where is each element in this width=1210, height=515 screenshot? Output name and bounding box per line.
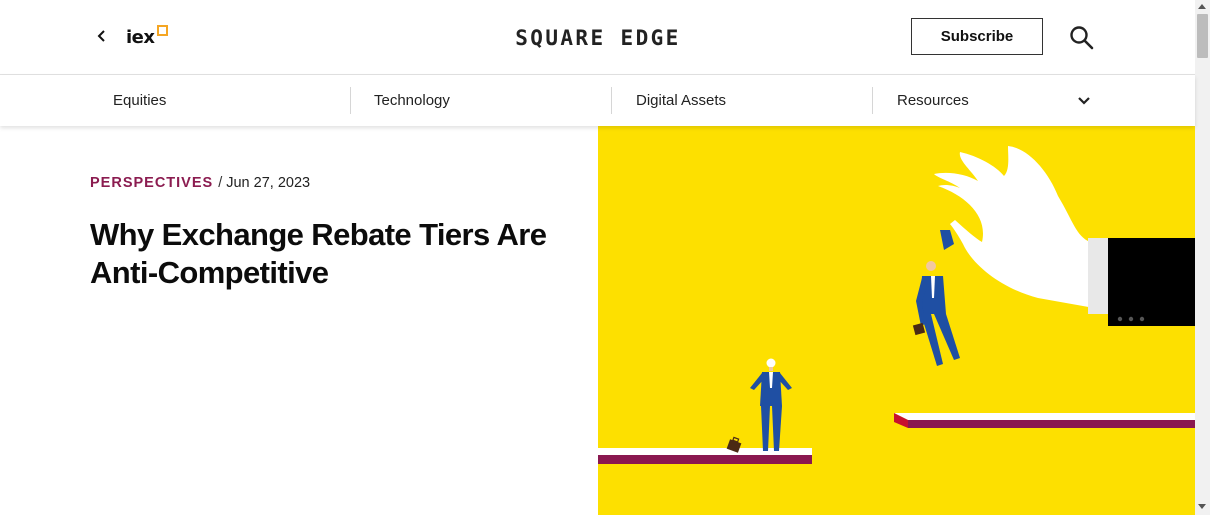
publish-date: Jun 27, 2023 xyxy=(226,175,311,191)
logo-text: iex xyxy=(126,27,155,48)
iex-logo[interactable]: iex xyxy=(126,24,168,50)
scroll-up-icon[interactable] xyxy=(1198,4,1206,9)
standing-man-figure xyxy=(750,358,792,451)
left-platform xyxy=(598,448,812,464)
hero-illustration xyxy=(598,126,1195,515)
right-platform xyxy=(894,413,1195,428)
suit-sleeve xyxy=(1088,238,1195,326)
scroll-down-icon[interactable] xyxy=(1198,504,1206,509)
subscribe-button[interactable]: Subscribe xyxy=(911,18,1043,55)
nav-item-equities[interactable]: Equities xyxy=(113,75,166,126)
article-meta: PERSPECTIVES / Jun 27, 2023 xyxy=(90,175,310,191)
meta-separator: / xyxy=(218,175,223,191)
chevron-left-icon[interactable] xyxy=(94,26,110,46)
logo-mark-icon xyxy=(156,25,168,36)
nav-divider xyxy=(872,87,873,114)
brand-title[interactable]: SQUARE EDGE xyxy=(500,26,696,50)
scroll-thumb[interactable] xyxy=(1197,14,1208,58)
category-link[interactable]: PERSPECTIVES xyxy=(90,175,213,191)
search-icon[interactable] xyxy=(1069,25,1095,51)
chevron-down-icon[interactable] xyxy=(1075,92,1093,110)
page-scrollbar[interactable] xyxy=(1195,0,1210,515)
nav-divider xyxy=(350,87,351,114)
nav-item-digital-assets[interactable]: Digital Assets xyxy=(636,75,726,126)
hero-artwork xyxy=(598,146,1195,464)
article-title: Why Exchange Rebate Tiers Are Anti-Compe… xyxy=(90,217,547,290)
dangling-man-figure xyxy=(912,230,960,366)
site-header: iex SQUARE EDGE Subscribe xyxy=(0,0,1195,75)
nav-item-resources[interactable]: Resources xyxy=(897,75,969,126)
nav-item-technology[interactable]: Technology xyxy=(374,75,450,126)
nav-divider xyxy=(611,87,612,114)
category-nav: Equities Technology Digital Assets Resou… xyxy=(0,75,1195,126)
